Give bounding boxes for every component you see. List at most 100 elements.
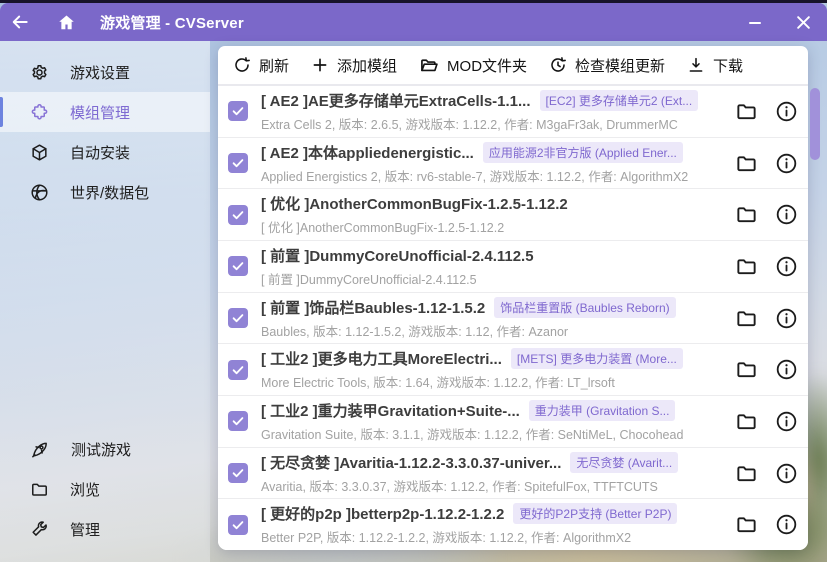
sidebar-top-group: 游戏设置 模组管理 自动安装 世界/数据包 [0, 52, 210, 212]
open-folder-button[interactable] [735, 152, 758, 175]
mod-info-button[interactable] [775, 203, 798, 226]
folder-open-button[interactable]: MOD文件夹 [408, 46, 538, 84]
mod-info-button[interactable] [775, 100, 798, 123]
mod-subtitle: [ 优化 ]AnotherCommonBugFix-1.2.5-1.12.2 [261, 217, 722, 236]
mod-translation-tag: [METS] 更多电力装置 (More... [511, 348, 683, 369]
folder-icon [735, 358, 758, 381]
mod-checkbox[interactable] [228, 205, 248, 225]
mod-info: [ 更好的p2p ]betterp2p-1.12.2-1.2.2 更好的P2P支… [261, 503, 722, 546]
info-icon [775, 152, 798, 175]
open-folder-button[interactable] [735, 203, 758, 226]
toolbar-button-label: 检查模组更新 [575, 55, 665, 76]
checkmark-icon [231, 156, 245, 170]
folder-icon [735, 152, 758, 175]
mod-checkbox[interactable] [228, 101, 248, 121]
sidebar-item-wrench[interactable]: 管理 [0, 509, 210, 549]
folder-icon [735, 462, 758, 485]
mod-list: [ AE2 ]AE更多存储单元ExtraCells-1.1... [EC2] 更… [218, 86, 808, 550]
info-icon [775, 358, 798, 381]
open-folder-button[interactable] [735, 513, 758, 536]
mod-row: [ 更好的p2p ]betterp2p-1.12.2-1.2.2 更好的P2P支… [218, 499, 808, 550]
home-icon [57, 13, 76, 32]
mod-info-button[interactable] [775, 358, 798, 381]
sidebar-item-label: 世界/数据包 [70, 182, 149, 203]
sidebar-bottom-group: 测试游戏 浏览 管理 [0, 429, 210, 549]
toolbar-button-label: 下载 [713, 55, 743, 76]
back-button[interactable] [0, 3, 40, 41]
plus-icon [311, 56, 329, 74]
checkmark-icon [231, 208, 245, 222]
mod-info-button[interactable] [775, 152, 798, 175]
plus-button[interactable]: 添加模组 [300, 46, 408, 84]
mod-info-button[interactable] [775, 307, 798, 330]
scrollbar-thumb[interactable] [810, 88, 820, 160]
mod-checkbox[interactable] [228, 515, 248, 535]
history-button[interactable]: 检查模组更新 [538, 46, 676, 84]
open-folder-button[interactable] [735, 100, 758, 123]
mod-subtitle: Baubles, 版本: 1.12-1.5.2, 游戏版本: 1.12, 作者:… [261, 321, 722, 340]
mod-checkbox[interactable] [228, 463, 248, 483]
checkmark-icon [231, 466, 245, 480]
open-folder-button[interactable] [735, 255, 758, 278]
folder-open-icon [419, 55, 439, 75]
mod-info-button[interactable] [775, 462, 798, 485]
mod-subtitle: Better P2P, 版本: 1.12.2-1.2.2, 游戏版本: 1.12… [261, 527, 722, 546]
info-icon [775, 307, 798, 330]
mod-row: [ 工业2 ]更多电力工具MoreElectri... [METS] 更多电力装… [218, 344, 808, 396]
sidebar-item-label: 浏览 [70, 479, 100, 500]
download-button[interactable]: 下载 [676, 46, 754, 84]
mod-checkbox[interactable] [228, 411, 248, 431]
mod-info: [ 优化 ]AnotherCommonBugFix-1.2.5-1.12.2 [… [261, 193, 722, 236]
mod-translation-tag: 应用能源2非官方版 (Applied Ener... [483, 142, 683, 163]
close-icon [796, 15, 811, 30]
sidebar-item-label: 测试游戏 [71, 439, 131, 460]
mod-info: [ AE2 ]本体appliedenergistic... 应用能源2非官方版 … [261, 142, 722, 185]
open-folder-button[interactable] [735, 462, 758, 485]
mod-toolbar: 刷新 添加模组 MOD文件夹 检查模组更新 下载 [218, 46, 808, 86]
mod-info-button[interactable] [775, 410, 798, 433]
mod-checkbox[interactable] [228, 308, 248, 328]
mod-info-button[interactable] [775, 255, 798, 278]
sidebar-item-globe[interactable]: 世界/数据包 [0, 172, 210, 212]
back-arrow-icon [10, 12, 30, 32]
titlebar: 游戏管理 - CVServer [0, 3, 827, 41]
mod-title: [ AE2 ]AE更多存储单元ExtraCells-1.1... [261, 90, 531, 111]
mod-row: [ 前置 ]DummyCoreUnofficial-2.4.112.5 [ 前置… [218, 241, 808, 293]
mod-subtitle: Extra Cells 2, 版本: 2.6.5, 游戏版本: 1.12.2, … [261, 114, 722, 133]
close-button[interactable] [783, 3, 823, 41]
sidebar-item-cube[interactable]: 自动安装 [0, 132, 210, 172]
info-icon [775, 100, 798, 123]
mod-checkbox[interactable] [228, 360, 248, 380]
sidebar-item-gear[interactable]: 游戏设置 [0, 52, 210, 92]
puzzle-icon [30, 103, 49, 122]
open-folder-button[interactable] [735, 307, 758, 330]
mod-title: [ AE2 ]本体appliedenergistic... [261, 142, 474, 163]
checkmark-icon [231, 311, 245, 325]
mod-title: [ 前置 ]饰品栏Baubles-1.12-1.5.2 [261, 297, 485, 318]
sidebar-item-folder[interactable]: 浏览 [0, 469, 210, 509]
mod-info-button[interactable] [775, 513, 798, 536]
open-folder-button[interactable] [735, 358, 758, 381]
checkmark-icon [231, 414, 245, 428]
globe-icon [30, 183, 49, 202]
history-icon [549, 56, 567, 74]
home-button[interactable] [46, 3, 86, 41]
mod-checkbox[interactable] [228, 256, 248, 276]
mod-checkbox[interactable] [228, 153, 248, 173]
mod-title: [ 无尽贪婪 ]Avaritia-1.12.2-3.3.0.37-univer.… [261, 452, 561, 473]
window-title: 游戏管理 - CVServer [100, 12, 244, 33]
info-icon [775, 462, 798, 485]
mod-info: [ 工业2 ]重力装甲Gravitation+Suite-... 重力装甲 (G… [261, 400, 722, 443]
checkmark-icon [231, 518, 245, 532]
sidebar-item-puzzle[interactable]: 模组管理 [0, 92, 210, 132]
sidebar-item-rocket[interactable]: 测试游戏 [0, 429, 210, 469]
mod-subtitle: [ 前置 ]DummyCoreUnofficial-2.4.112.5 [261, 269, 722, 288]
mod-row: [ 无尽贪婪 ]Avaritia-1.12.2-3.3.0.37-univer.… [218, 448, 808, 500]
folder-icon [735, 410, 758, 433]
minimize-button[interactable] [735, 3, 775, 41]
sidebar-item-label: 管理 [70, 519, 100, 540]
refresh-button[interactable]: 刷新 [222, 46, 300, 84]
open-folder-button[interactable] [735, 410, 758, 433]
folder-icon [735, 203, 758, 226]
toolbar-button-label: 添加模组 [337, 55, 397, 76]
